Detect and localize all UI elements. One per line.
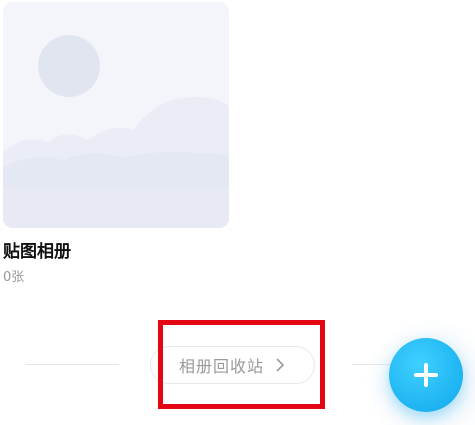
- album-title[interactable]: 贴图相册: [3, 237, 71, 262]
- album-cover[interactable]: [3, 2, 229, 228]
- divider-left: [26, 364, 119, 365]
- image-placeholder-icon: [3, 2, 229, 228]
- highlight-box: [158, 320, 325, 409]
- plus-icon: [414, 363, 438, 387]
- album-count: 0张: [3, 270, 25, 285]
- add-button[interactable]: [389, 338, 463, 412]
